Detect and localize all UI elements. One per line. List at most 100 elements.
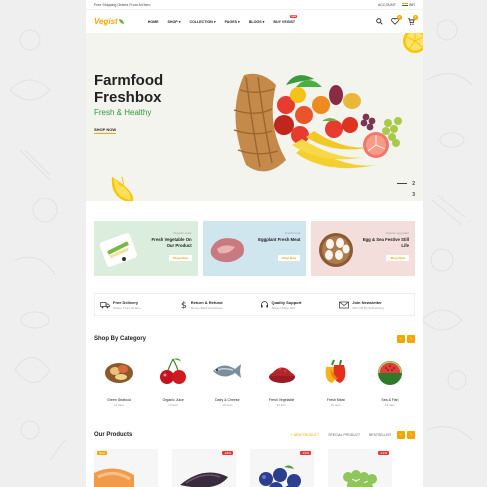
nav-shop[interactable]: SHOP ▾	[168, 20, 181, 24]
feature-title: Quality Support	[271, 299, 302, 305]
store-page: Free Shipping Orders From All Item ACCOU…	[86, 0, 423, 487]
nav-home[interactable]: HOME	[148, 20, 159, 24]
category-item[interactable]: Fresh Meat 12 Item	[317, 355, 355, 407]
category-list: Green Seafood 12 Item Organic Juice 12 I…	[86, 343, 423, 407]
category-count: 12 Item	[384, 403, 395, 407]
category-count: 12 Item	[168, 403, 179, 407]
banner-vegetable[interactable]: Organic Juice Fresh Vegetable On Our Pro…	[94, 221, 198, 276]
category-name: Dairy & Cheese	[215, 398, 240, 402]
category-item[interactable]: Organic Juice 12 Item	[154, 355, 192, 407]
product-arrows: ‹ ›	[397, 431, 415, 439]
category-item[interactable]: Dairy & Cheese 12 Item	[208, 355, 246, 407]
nav-buy-vegist[interactable]: BUY VEGIST new	[273, 14, 298, 24]
banner-eggs[interactable]: Organic egg plant Egg & Sea Festive Stil…	[311, 221, 416, 276]
category-count: 12 Item	[276, 403, 287, 407]
nav-shop-label: SHOP	[167, 19, 178, 24]
wishlist-count: 0	[397, 15, 402, 20]
slide-dot-2[interactable]: 2	[412, 181, 415, 187]
banner-small-text: Fresh Food	[285, 231, 301, 235]
promo-banners: Organic Juice Fresh Vegetable On Our Pro…	[86, 201, 423, 276]
peppers-image	[325, 359, 346, 383]
product-card[interactable]: New	[94, 449, 158, 487]
tab-bestseller[interactable]: BESTSELLER	[369, 433, 391, 437]
tab-special-product[interactable]: SPECIAL PRODUCT	[328, 433, 360, 437]
slider-active-indicator	[397, 183, 407, 184]
chevron-down-icon: ▾	[238, 19, 240, 24]
hero-shop-now-button[interactable]: SHOP NOW	[94, 127, 117, 134]
next-arrow-icon[interactable]: ›	[407, 431, 415, 439]
feature-title: Return & Refund	[190, 299, 223, 305]
product-card[interactable]: -18%	[172, 449, 236, 487]
category-item[interactable]: Fresh Vegetable 12 Item	[263, 355, 301, 407]
banner-shop-button[interactable]: Shop Now	[277, 255, 301, 261]
currency-selector[interactable]: INR	[401, 2, 415, 7]
category-count: 12 Item	[113, 403, 124, 407]
prev-arrow-icon[interactable]: ‹	[397, 431, 405, 439]
nav-pages-label: PAGES	[224, 19, 237, 24]
category-arrows: ‹ ›	[397, 335, 415, 343]
cart-count: 0	[413, 15, 418, 20]
account-menu[interactable]: ACCOUNT	[378, 3, 396, 7]
main-nav: HOME SHOP ▾ COLLECTION ▾ PAGES ▾ BLOGS ▾ BUY…	[148, 14, 298, 24]
leaf-icon	[118, 19, 124, 24]
nav-buy-label: BUY VEGIST	[273, 19, 296, 24]
wishlist-button[interactable]: 0	[391, 15, 402, 25]
category-item[interactable]: Green Seafood 12 Item	[100, 355, 138, 407]
top-bar: Free Shipping Orders From All Item ACCOU…	[86, 0, 423, 10]
nav-home-label: HOME	[147, 19, 159, 24]
fruit-basket-image	[233, 73, 402, 172]
slide-dot-3[interactable]: 3	[412, 192, 415, 198]
headset-icon	[260, 301, 268, 308]
next-arrow-icon[interactable]: ›	[407, 335, 415, 343]
main-header: Vegist HOME SHOP ▾ COLLECTION ▾ PAGES ▾ BLO…	[86, 10, 423, 33]
new-badge: new	[290, 14, 298, 18]
flag-icon	[401, 3, 408, 6]
header-icons: 0 0	[376, 15, 418, 25]
feature-delivery: Free Delivery Orders From All Item	[95, 300, 175, 310]
nav-pages[interactable]: PAGES ▾	[225, 20, 240, 24]
nav-collection[interactable]: COLLECTION ▾	[190, 20, 216, 24]
cart-button[interactable]: 0	[407, 15, 418, 25]
banner-meat[interactable]: Fresh Food Eggplant Fresh Meat Shop Now	[202, 221, 307, 276]
category-name: Sea & Fish	[381, 398, 399, 402]
promo-text: Free Shipping Orders From All Item	[94, 2, 151, 7]
search-icon[interactable]	[376, 18, 383, 25]
feature-support: Quality Support Alway Online 24/7	[255, 300, 335, 310]
eggplant-image	[180, 472, 228, 487]
banner-shop-button[interactable]: Shop Now	[169, 255, 192, 261]
products-section-title: Our Products	[94, 432, 133, 438]
dollar-icon: $	[181, 301, 187, 309]
banner-shop-button[interactable]: Shop Now	[386, 255, 410, 261]
hero-slider: Farmfood Freshbox Fresh & Healthy SHOP N…	[86, 33, 423, 201]
product-tag: -15%	[299, 451, 311, 455]
nav-blogs[interactable]: BLOGS ▾	[249, 20, 265, 24]
product-tag: New	[97, 451, 108, 455]
feature-sub: Alway Online 24/7	[271, 305, 296, 310]
currency-label: INR	[408, 2, 415, 7]
category-name: Green Seafood	[107, 398, 131, 402]
category-count: 12 Item	[222, 403, 233, 407]
category-item[interactable]: Sea & Fish 12 Item	[371, 355, 409, 407]
product-card[interactable]: -15%	[250, 449, 314, 487]
category-name: Fresh Meat	[326, 398, 345, 402]
mail-icon	[339, 301, 350, 308]
banner-title: Eggplant Fresh Meat	[258, 237, 301, 242]
store-logo[interactable]: Vegist	[94, 17, 124, 26]
blueberries-image	[259, 465, 301, 487]
melon-image	[94, 468, 134, 487]
tab-new-product[interactable]: + NEW PRODUCT	[291, 433, 320, 437]
products-controls: + NEW PRODUCT SPECIAL PRODUCT BESTSELLER…	[291, 431, 415, 439]
category-name: Organic Juice	[162, 398, 184, 402]
feature-newsletter: Join Newsletter 20% Off By Subscribing	[334, 300, 414, 310]
chevron-down-icon: ▾	[178, 19, 181, 24]
prev-arrow-icon[interactable]: ‹	[397, 335, 405, 343]
banner-small-text: Organic egg plant	[385, 231, 410, 235]
product-card[interactable]: -12%	[328, 449, 392, 487]
truck-icon	[100, 301, 110, 308]
svg-text:$: $	[181, 301, 187, 309]
category-header: Shop By Category ‹ ›	[86, 335, 423, 343]
banner-small-text: Organic Juice	[173, 231, 192, 235]
eggs-bowl-image	[319, 233, 354, 267]
meat-image	[210, 238, 244, 263]
feature-sub: Money Back Guarantee	[190, 305, 223, 310]
